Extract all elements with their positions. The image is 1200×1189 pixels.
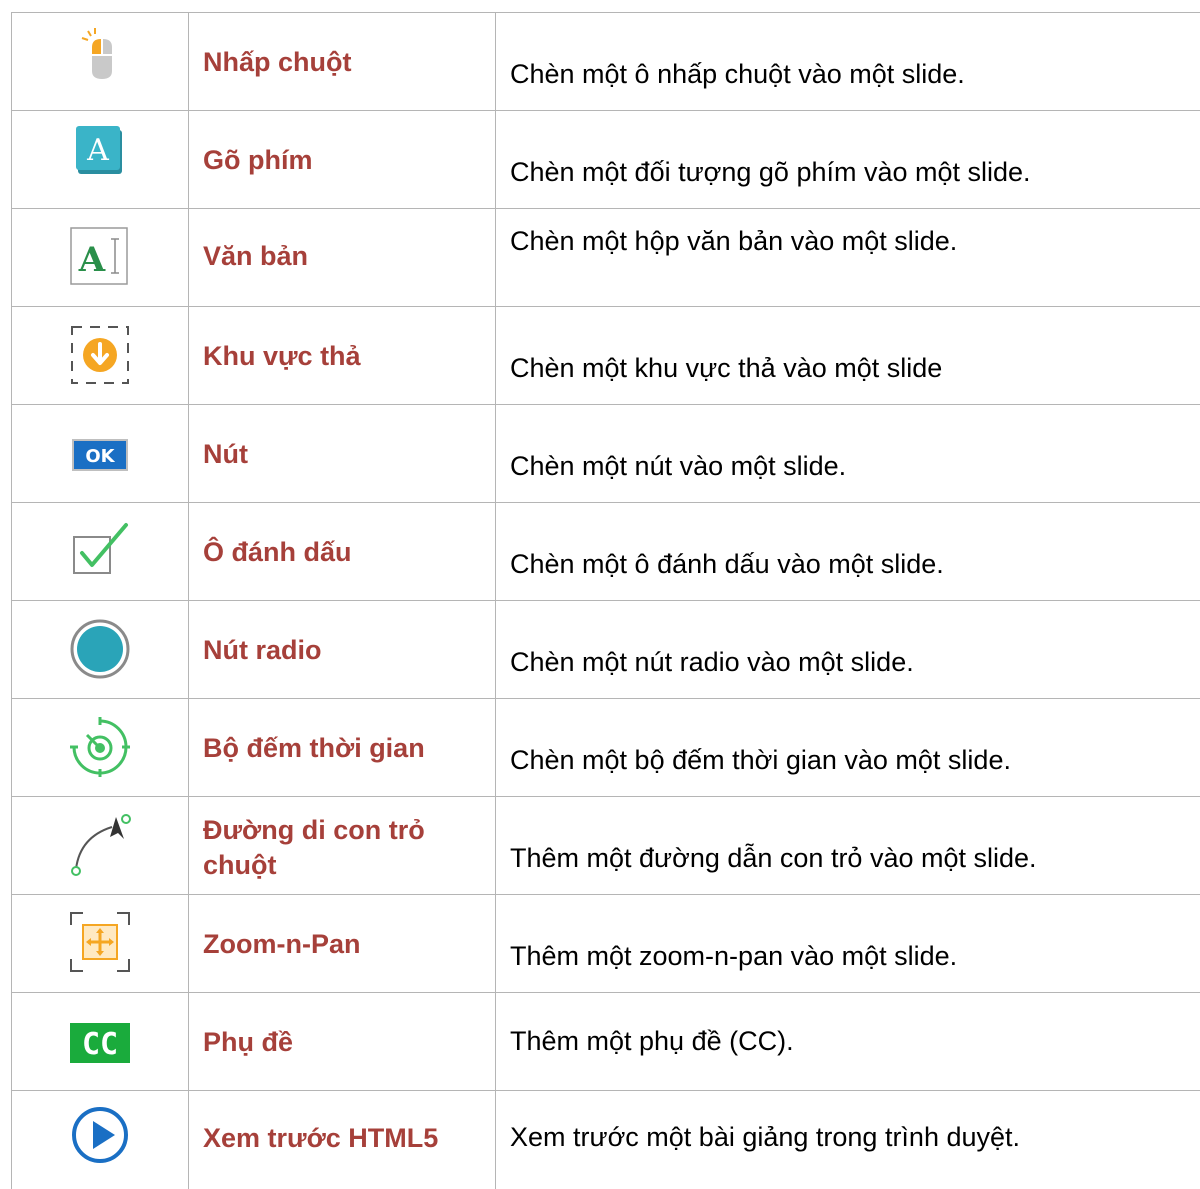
feature-description: Chèn một nút vào một slide.	[510, 450, 847, 481]
icon-cell	[11, 601, 188, 698]
desc-cell: Chèn một nút radio vào một slide.	[495, 601, 1200, 698]
feature-name: Nút radio	[203, 635, 322, 665]
name-cell: Nút radio	[188, 601, 495, 698]
name-cell: Đường di con trỏ chuột	[188, 797, 495, 894]
table-row: Ô đánh dấu Chèn một ô đánh dấu vào một s…	[11, 503, 1200, 601]
feature-description: Chèn một nút radio vào một slide.	[510, 646, 914, 677]
icon-cell	[11, 13, 188, 110]
desc-cell: Xem trước một bài giảng trong trình duyệ…	[495, 1091, 1200, 1189]
ok-button-icon: OK	[72, 439, 128, 471]
name-cell: Gõ phím	[188, 111, 495, 208]
feature-description: Thêm một phụ đề (CC).	[510, 1026, 794, 1056]
desc-cell: Chèn một nút vào một slide.	[495, 405, 1200, 502]
play-preview-icon	[72, 1107, 128, 1163]
feature-name: Nhấp chuột	[203, 47, 352, 77]
feature-name: Zoom-n-Pan	[203, 929, 361, 959]
desc-cell: Chèn một đối tượng gõ phím vào một slide…	[495, 111, 1200, 208]
feature-name: Phụ đề	[203, 1027, 294, 1057]
icon-cell	[11, 1091, 188, 1189]
table-row: Đường di con trỏ chuột Thêm một đường dẫ…	[11, 797, 1200, 895]
table-row: Zoom-n-Pan Thêm một zoom-n-pan vào một s…	[11, 895, 1200, 993]
desc-cell: Chèn một ô đánh dấu vào một slide.	[495, 503, 1200, 600]
table-row: A Gõ phím Chèn một đối tượng gõ phím vào…	[11, 111, 1200, 209]
name-cell: Zoom-n-Pan	[188, 895, 495, 992]
name-cell: Nhấp chuột	[188, 13, 495, 110]
drop-area-icon	[71, 326, 129, 384]
icon-cell: OK	[11, 405, 188, 502]
name-cell: Xem trước HTML5	[188, 1091, 495, 1189]
desc-cell: Chèn một ô nhấp chuột vào một slide.	[495, 13, 1200, 110]
desc-cell: Chèn một hộp văn bản vào một slide.	[495, 209, 1200, 306]
feature-description: Chèn một khu vực thả vào một slide	[510, 352, 943, 383]
table-row: CC Phụ đề Thêm một phụ đề (CC).	[11, 993, 1200, 1091]
icon-cell	[11, 503, 188, 600]
feature-description: Thêm một đường dẫn con trỏ vào một slide…	[510, 842, 1037, 873]
text-box-icon: A	[70, 227, 128, 285]
feature-description: Chèn một bộ đếm thời gian vào một slide.	[510, 744, 1011, 775]
feature-name: Ô đánh dấu	[203, 537, 352, 567]
name-cell: Bộ đếm thời gian	[188, 699, 495, 796]
feature-name: Nút	[203, 439, 248, 469]
feature-description: Chèn một đối tượng gõ phím vào một slide…	[510, 156, 1031, 187]
radio-button-icon	[70, 619, 130, 679]
feature-name: Văn bản	[203, 241, 309, 271]
icon-cell	[11, 797, 188, 894]
feature-description: Chèn một ô nhấp chuột vào một slide.	[510, 58, 965, 89]
icon-cell	[11, 895, 188, 992]
zoom-n-pan-icon	[70, 912, 130, 972]
name-cell: Văn bản	[188, 209, 495, 306]
table-row: Nút radio Chèn một nút radio vào một sli…	[11, 601, 1200, 699]
cursor-path-icon	[71, 814, 131, 876]
svg-text:A: A	[86, 133, 109, 168]
name-cell: Khu vực thả	[188, 307, 495, 404]
svg-text:A: A	[78, 240, 106, 280]
table-row: OK Nút Chèn một nút vào một slide.	[11, 405, 1200, 503]
table-row: A Văn bản Chèn một hộp văn bản vào một s…	[11, 209, 1200, 307]
closed-caption-icon: CC	[70, 1023, 130, 1063]
feature-description: Xem trước một bài giảng trong trình duyệ…	[510, 1122, 1021, 1152]
desc-cell: Thêm một đường dẫn con trỏ vào một slide…	[495, 797, 1200, 894]
desc-cell: Thêm một zoom-n-pan vào một slide.	[495, 895, 1200, 992]
feature-table: Nhấp chuột Chèn một ô nhấp chuột vào một…	[11, 12, 1200, 1189]
name-cell: Ô đánh dấu	[188, 503, 495, 600]
checkbox-icon	[73, 523, 128, 574]
icon-cell	[11, 307, 188, 404]
feature-name: Xem trước HTML5	[203, 1123, 439, 1153]
icon-cell: CC	[11, 993, 188, 1090]
typing-icon: A	[76, 126, 122, 174]
name-cell: Phụ đề	[188, 993, 495, 1090]
svg-text:OK: OK	[85, 446, 115, 467]
feature-name: Gõ phím	[203, 145, 313, 175]
icon-cell: A	[11, 111, 188, 208]
table-row: Nhấp chuột Chèn một ô nhấp chuột vào một…	[11, 13, 1200, 111]
name-cell: Nút	[188, 405, 495, 502]
desc-cell: Chèn một khu vực thả vào một slide	[495, 307, 1200, 404]
icon-cell	[11, 699, 188, 796]
icon-cell: A	[11, 209, 188, 306]
feature-description: Chèn một ô đánh dấu vào một slide.	[510, 548, 944, 579]
table-row: Khu vực thả Chèn một khu vực thả vào một…	[11, 307, 1200, 405]
mouse-click-icon	[81, 28, 112, 79]
timer-icon	[70, 717, 130, 777]
feature-name: Bộ đếm thời gian	[203, 733, 425, 763]
svg-text:CC: CC	[82, 1027, 118, 1062]
feature-name: Đường di con trỏ chuột	[203, 815, 425, 880]
desc-cell: Chèn một bộ đếm thời gian vào một slide.	[495, 699, 1200, 796]
desc-cell: Thêm một phụ đề (CC).	[495, 993, 1200, 1090]
table-row: Xem trước HTML5 Xem trước một bài giảng …	[11, 1091, 1200, 1189]
feature-description: Thêm một zoom-n-pan vào một slide.	[510, 940, 958, 971]
feature-name: Khu vực thả	[203, 341, 361, 371]
feature-description: Chèn một hộp văn bản vào một slide.	[510, 226, 958, 256]
table-row: Bộ đếm thời gian Chèn một bộ đếm thời gi…	[11, 699, 1200, 797]
